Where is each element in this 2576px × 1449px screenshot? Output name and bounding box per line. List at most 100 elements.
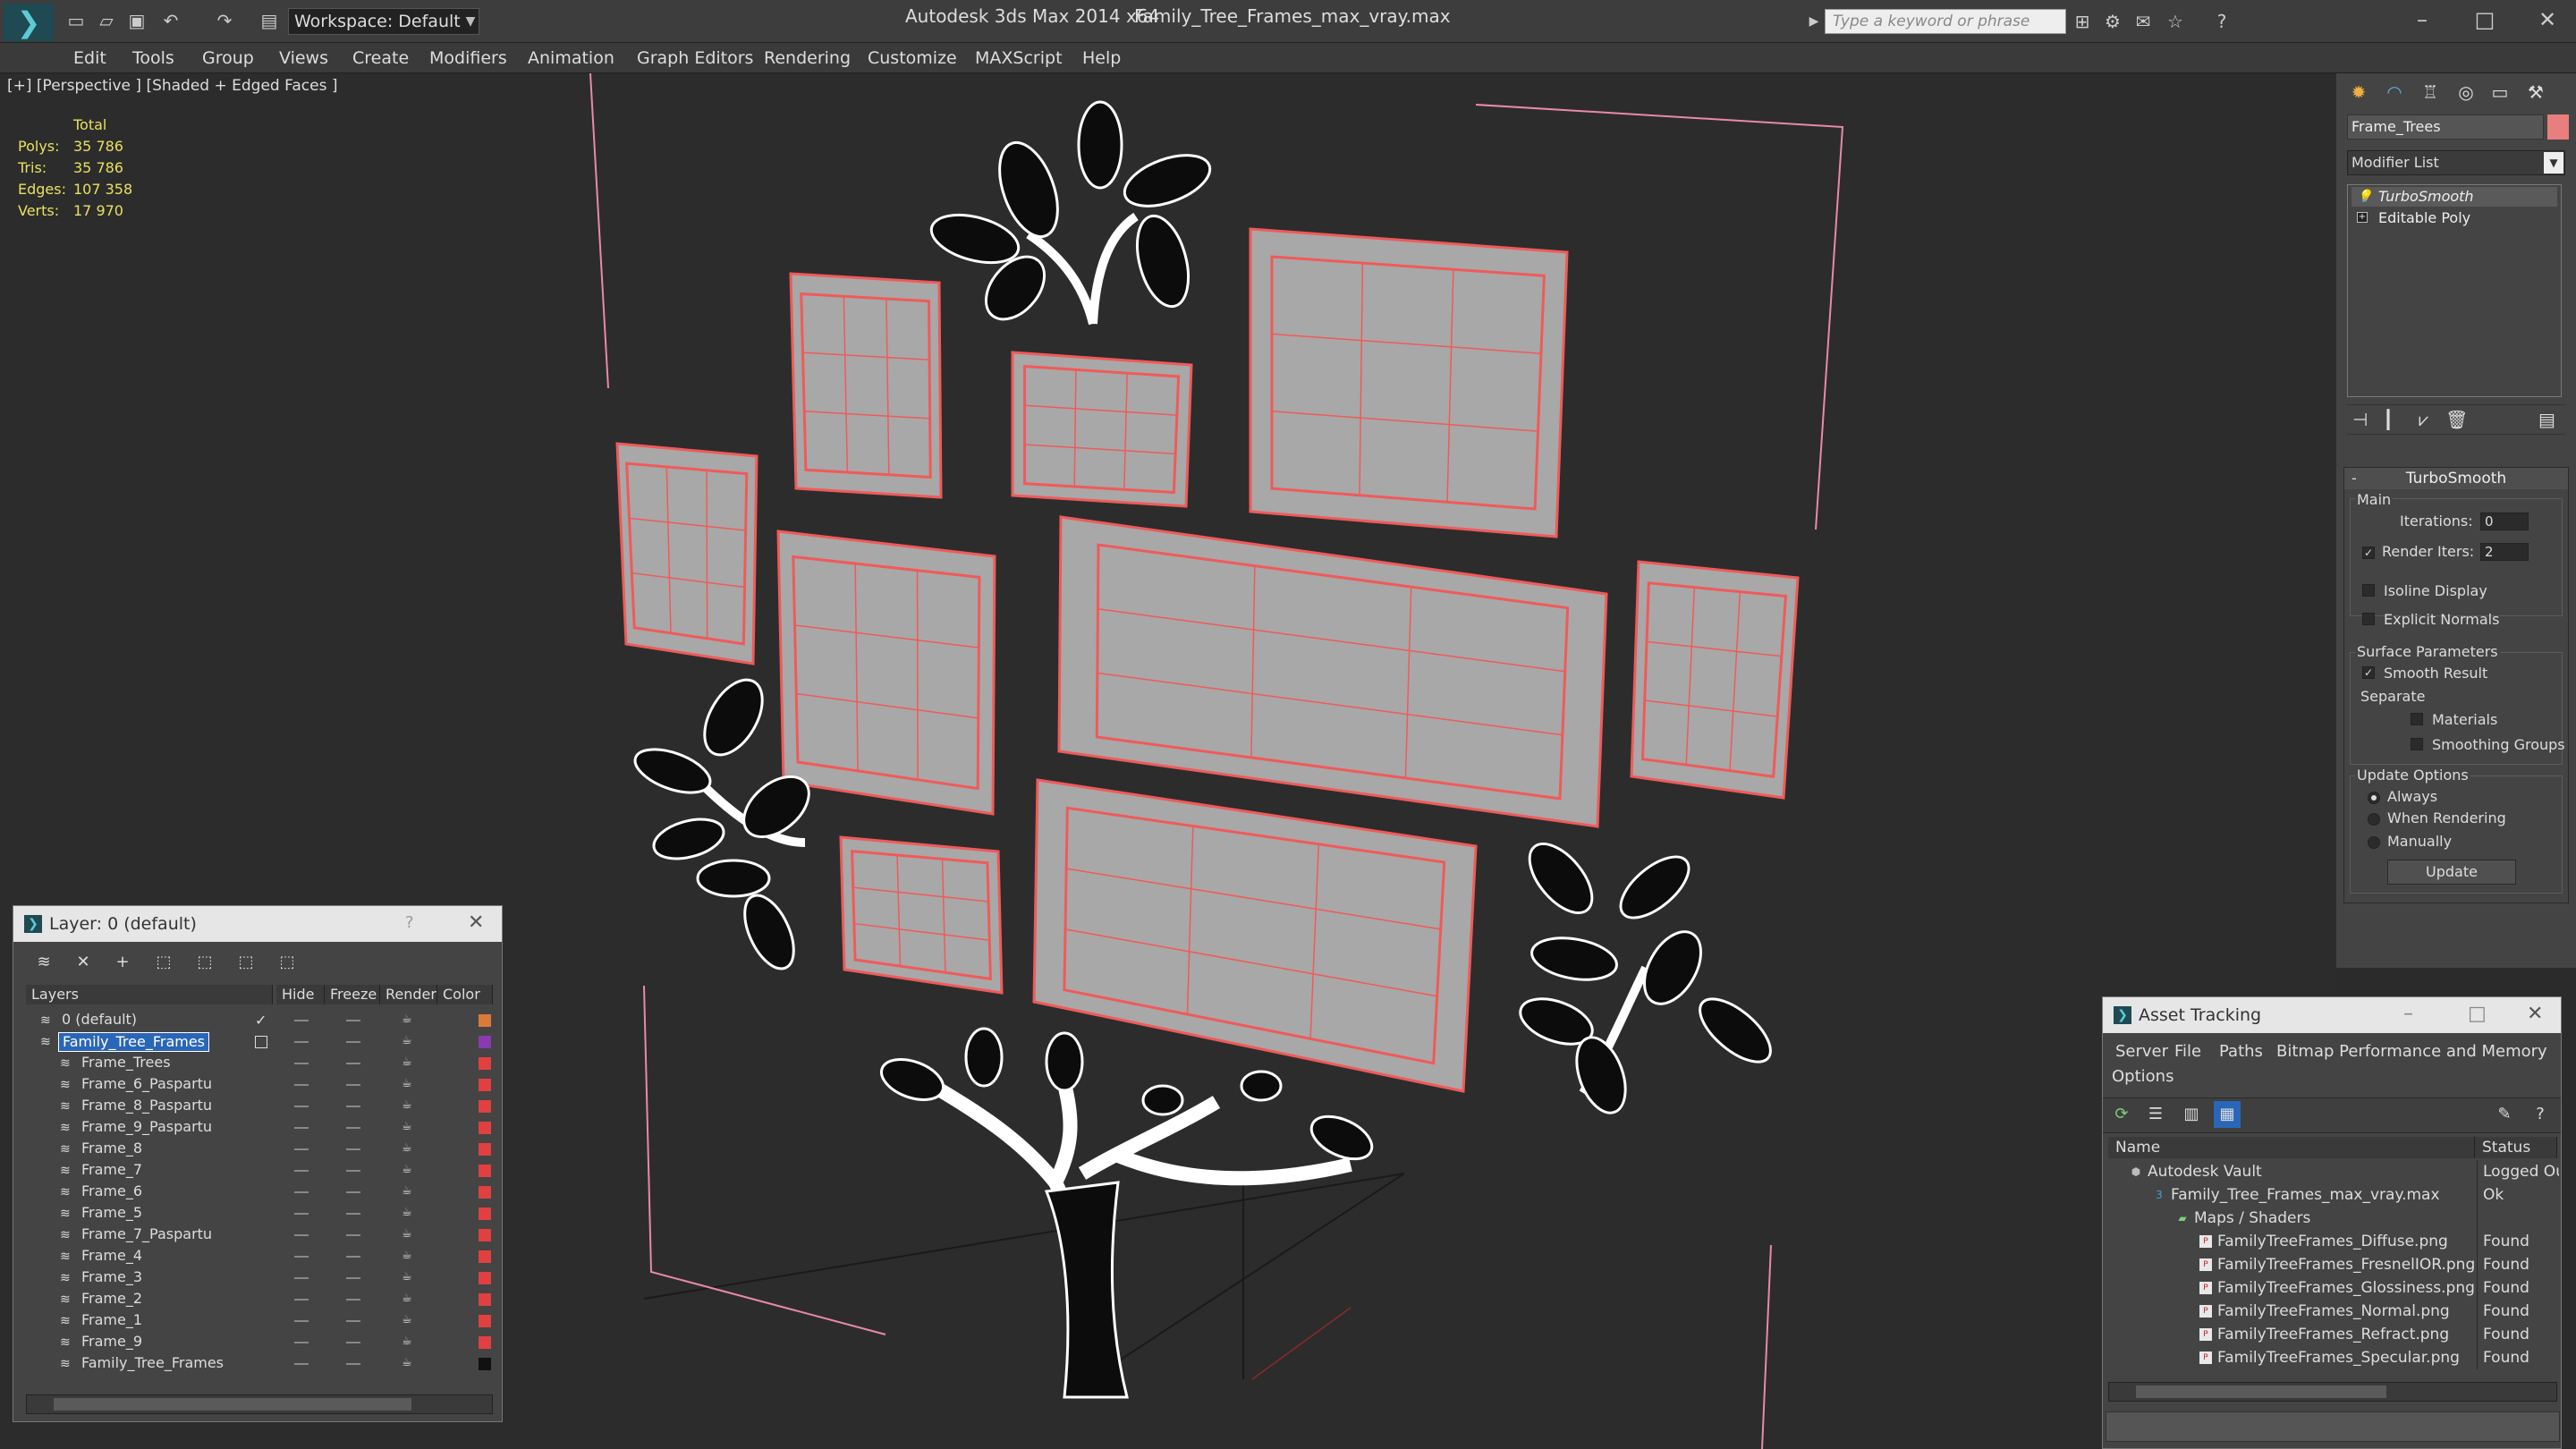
asset-row[interactable]: P FamilyTreeFrames_Normal.png Found bbox=[2110, 1300, 2559, 1323]
modify-tab-icon[interactable]: ◠ bbox=[2379, 79, 2410, 106]
layer-name[interactable]: Frame_7 bbox=[78, 1161, 146, 1181]
hide-toggle[interactable] bbox=[294, 1299, 309, 1301]
hide-toggle[interactable] bbox=[294, 1234, 309, 1236]
layer-name[interactable]: Frame_7_Paspartu bbox=[78, 1225, 216, 1245]
column-freeze[interactable]: Freeze bbox=[325, 985, 380, 1004]
layer-name[interactable]: Frame_2 bbox=[78, 1290, 146, 1309]
freeze-all-layers-icon[interactable]: ⬚ bbox=[273, 949, 301, 976]
freeze-toggle[interactable] bbox=[346, 1127, 360, 1129]
teapot-render-icon[interactable]: ☕ bbox=[402, 1228, 414, 1241]
expand-plus-icon[interactable]: + bbox=[2357, 212, 2368, 223]
hide-toggle[interactable] bbox=[294, 1041, 309, 1043]
menu-edit[interactable]: Edit bbox=[73, 43, 106, 73]
freeze-toggle[interactable] bbox=[346, 1213, 360, 1215]
freeze-toggle[interactable] bbox=[346, 1342, 360, 1343]
layer-color-swatch[interactable] bbox=[479, 1272, 491, 1284]
teapot-render-icon[interactable]: ☕ bbox=[402, 1292, 414, 1305]
menu-tools[interactable]: Tools bbox=[132, 43, 174, 73]
maximize-icon[interactable]: □ bbox=[2458, 4, 2512, 36]
teapot-render-icon[interactable]: ☕ bbox=[402, 1099, 414, 1112]
menu-maxscript[interactable]: MAXScript bbox=[975, 43, 1063, 73]
layer-color-swatch[interactable] bbox=[479, 1358, 491, 1370]
freeze-toggle[interactable] bbox=[346, 1148, 360, 1150]
asset-row[interactable]: P FamilyTreeFrames_Refract.png Found bbox=[2110, 1323, 2559, 1346]
chevron-down-icon[interactable]: ▼ bbox=[462, 8, 479, 35]
layer-row[interactable]: ≋ Frame_3 ☕ bbox=[26, 1267, 493, 1289]
hide-toggle[interactable] bbox=[294, 1320, 309, 1322]
make-unique-icon[interactable]: ⩗ bbox=[2419, 409, 2428, 430]
save-icon[interactable]: ▣ bbox=[125, 9, 148, 32]
undo-icon[interactable]: ↶ bbox=[159, 9, 182, 32]
asset-row[interactable]: ▰ Maps / Shaders bbox=[2110, 1207, 2559, 1230]
layer-name[interactable]: Family_Tree_Frames bbox=[78, 1354, 227, 1374]
stack-item-turbosmooth[interactable]: 💡 TurboSmooth bbox=[2351, 187, 2557, 207]
add-to-layer-icon[interactable]: + bbox=[108, 949, 137, 976]
freeze-toggle[interactable] bbox=[346, 1084, 360, 1086]
menu-rendering[interactable]: Rendering bbox=[764, 43, 851, 73]
materials-checkbox[interactable] bbox=[2411, 713, 2423, 725]
current-layer-box-icon[interactable] bbox=[255, 1036, 267, 1048]
stack-item-editable-poly[interactable]: + Editable Poly bbox=[2351, 208, 2557, 228]
explicit-normals-checkbox[interactable] bbox=[2362, 613, 2375, 625]
layer-color-swatch[interactable] bbox=[479, 1186, 491, 1199]
menu-bitmap-performance[interactable]: Bitmap Performance and Memory bbox=[2276, 1042, 2547, 1061]
layer-color-swatch[interactable] bbox=[479, 1122, 491, 1134]
layer-name[interactable]: Frame_1 bbox=[78, 1311, 146, 1331]
freeze-toggle[interactable] bbox=[346, 1041, 360, 1043]
hide-toggle[interactable] bbox=[294, 1191, 309, 1193]
teapot-render-icon[interactable]: ☕ bbox=[402, 1056, 414, 1069]
menu-graph-editors[interactable]: Graph Editors bbox=[637, 43, 753, 73]
hide-toggle[interactable] bbox=[294, 1148, 309, 1150]
refresh-icon[interactable]: ⟳ bbox=[2108, 1101, 2135, 1128]
smoothing-groups-checkbox[interactable] bbox=[2411, 738, 2423, 750]
menu-views[interactable]: Views bbox=[279, 43, 328, 73]
always-radio[interactable] bbox=[2368, 792, 2380, 804]
picture-frame[interactable] bbox=[1630, 560, 1800, 800]
object-color-swatch[interactable] bbox=[2547, 114, 2569, 140]
layer-row[interactable]: ≋ Frame_2 ☕ bbox=[26, 1289, 493, 1310]
teapot-render-icon[interactable]: ☕ bbox=[402, 1142, 414, 1155]
layer-row[interactable]: ≋ Frame_Trees ☕ bbox=[26, 1053, 493, 1074]
teapot-render-icon[interactable]: ☕ bbox=[402, 1314, 414, 1326]
asset-row[interactable]: P FamilyTreeFrames_FresnelIOR.png Found bbox=[2110, 1253, 2559, 1276]
binoculars-icon[interactable]: ⊞ bbox=[2070, 9, 2095, 34]
layer-row[interactable]: ≋ Frame_7 ☕ bbox=[26, 1160, 493, 1182]
freeze-toggle[interactable] bbox=[346, 1191, 360, 1193]
column-color[interactable]: Color bbox=[437, 985, 493, 1004]
layer-row[interactable]: ≋ Frame_5 ☕ bbox=[26, 1203, 493, 1224]
delete-layer-icon[interactable]: ✕ bbox=[69, 949, 97, 976]
layer-color-swatch[interactable] bbox=[479, 1229, 491, 1241]
layer-row[interactable]: ≋ Frame_9_Paspartu ☕ bbox=[26, 1117, 493, 1139]
open-file-icon[interactable]: ▱ bbox=[95, 9, 118, 32]
layer-color-swatch[interactable] bbox=[479, 1143, 491, 1156]
column-name[interactable]: Name bbox=[2108, 1137, 2475, 1158]
create-tab-icon[interactable]: ✹ bbox=[2343, 79, 2374, 106]
workspace-dropdown[interactable]: Workspace: Default bbox=[288, 8, 479, 35]
layer-row[interactable]: ≋ Frame_8_Paspartu ☕ bbox=[26, 1096, 493, 1117]
freeze-toggle[interactable] bbox=[346, 1170, 360, 1172]
layer-row[interactable]: ≋ Family_Tree_Frames ☕ bbox=[26, 1031, 493, 1053]
teapot-render-icon[interactable]: ☕ bbox=[402, 1250, 414, 1262]
layer-color-swatch[interactable] bbox=[479, 1036, 491, 1048]
column-layers[interactable]: Layers bbox=[26, 985, 273, 1004]
hide-toggle[interactable] bbox=[294, 1170, 309, 1172]
layer-name[interactable]: Frame_6 bbox=[78, 1182, 146, 1202]
asset-row[interactable]: ⬢ Autodesk Vault Logged Ou bbox=[2110, 1160, 2559, 1183]
layer-color-swatch[interactable] bbox=[479, 1293, 491, 1306]
layer-name[interactable]: Family_Tree_Frames bbox=[58, 1032, 210, 1052]
asset-row[interactable]: P FamilyTreeFrames_Diffuse.png Found bbox=[2110, 1230, 2559, 1253]
layers-icon[interactable]: ≋ bbox=[30, 949, 58, 976]
close-icon[interactable]: ✕ bbox=[2521, 4, 2574, 36]
layer-name[interactable]: Frame_Trees bbox=[78, 1054, 174, 1073]
picture-frame[interactable] bbox=[1057, 515, 1608, 828]
expand-search-icon[interactable]: ▶ bbox=[1801, 9, 1826, 34]
close-icon[interactable]: ✕ bbox=[468, 911, 484, 934]
maximize-icon[interactable]: □ bbox=[2468, 1003, 2487, 1025]
help-icon[interactable]: ? bbox=[2209, 9, 2234, 34]
communication-icon[interactable]: ✉ bbox=[2131, 9, 2156, 34]
menu-help[interactable]: Help bbox=[1082, 43, 1121, 73]
layer-name[interactable]: 0 (default) bbox=[58, 1011, 140, 1030]
subscription-icon[interactable]: ⚙ bbox=[2100, 9, 2125, 34]
layer-name[interactable]: Frame_9 bbox=[78, 1333, 146, 1352]
layer-name[interactable]: Frame_8_Paspartu bbox=[78, 1097, 216, 1116]
